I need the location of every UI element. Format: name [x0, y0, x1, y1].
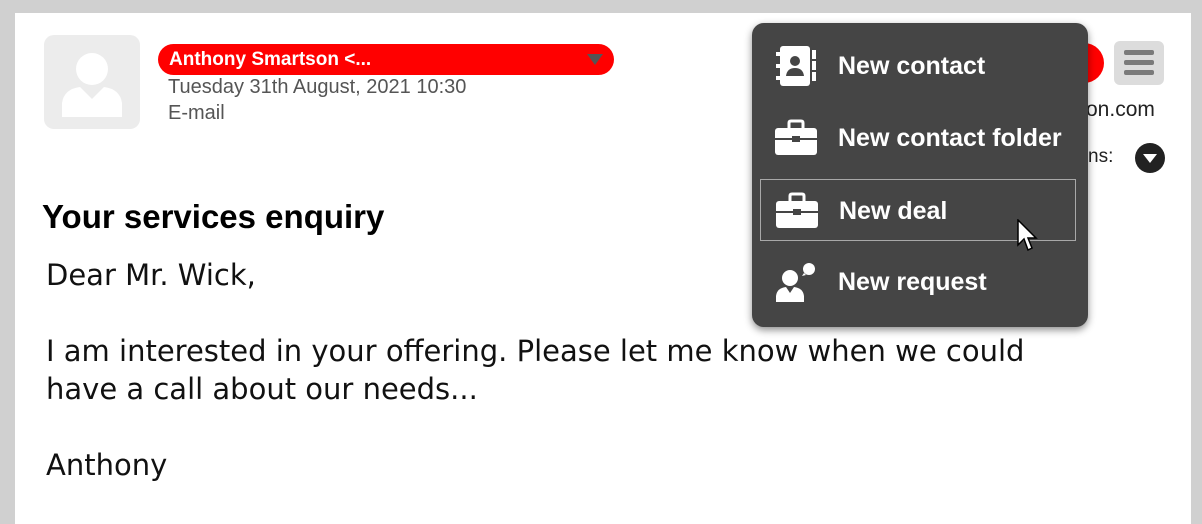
window-frame-left [0, 0, 15, 524]
hamburger-icon-bar [1124, 70, 1154, 75]
menu-item-label: New deal [839, 197, 948, 225]
window-frame-top [0, 0, 1202, 13]
hamburger-menu-button[interactable] [1114, 41, 1164, 85]
sender-name: Anthony Smartson <... [169, 49, 372, 70]
body-signature: Anthony [46, 448, 168, 482]
address-book-icon [776, 46, 816, 86]
avatar [44, 35, 140, 129]
menu-item-new-contact-folder[interactable]: New contact folder [760, 107, 1076, 169]
recipient-email: on.com [1086, 98, 1155, 121]
window-frame-right [1191, 0, 1202, 524]
request-person-icon [776, 263, 815, 302]
menu-item-label: New contact folder [838, 124, 1062, 152]
body-line-2: have a call about our needs... [46, 372, 478, 406]
menu-item-label: New contact [838, 52, 986, 80]
message-date: Tuesday 31th August, 2021 10:30 [168, 76, 467, 98]
chevron-down-icon [587, 54, 603, 65]
message-type: E-mail [168, 102, 225, 124]
menu-item-new-contact[interactable]: New contact [760, 35, 1076, 97]
menu-item-label: New request [838, 268, 987, 296]
person-placeholder-icon [62, 53, 122, 117]
menu-item-new-request[interactable]: New request [760, 251, 1076, 313]
new-item-menu: New contact New contact folder New deal … [752, 23, 1088, 327]
briefcase-icon [776, 192, 818, 228]
message-subject: Your services enquiry [42, 198, 385, 235]
options-dropdown-icon[interactable] [1135, 143, 1165, 173]
mouse-cursor-icon [1017, 219, 1038, 252]
hamburger-icon-bar [1124, 60, 1154, 65]
sender-dropdown[interactable]: Anthony Smartson <... [158, 44, 614, 75]
body-line-1: I am interested in your offering. Please… [46, 334, 1025, 368]
hamburger-icon [1124, 50, 1154, 55]
briefcase-icon [775, 119, 817, 155]
options-label: ns: [1088, 146, 1114, 167]
